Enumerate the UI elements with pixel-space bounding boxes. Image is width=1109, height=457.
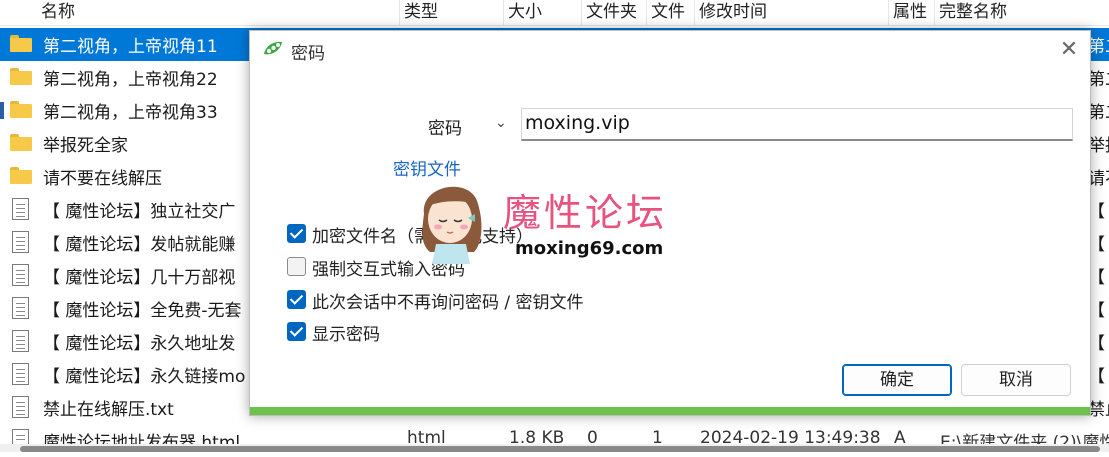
folder-icon bbox=[10, 167, 32, 186]
folder-icon bbox=[10, 134, 32, 153]
password-dialog: 密码 ✕ 密码 ⌄ moxing.vip 密钥文件 加密文件名（需要格式支持） … bbox=[249, 30, 1091, 416]
column-header-modified[interactable]: 修改时间 bbox=[694, 0, 888, 26]
file-name: 请不要在线解压 bbox=[43, 169, 162, 189]
file-name: 【 魔性论坛】永久地址发 bbox=[43, 334, 236, 354]
file-name: 【 魔性论坛】永久链接mo bbox=[43, 367, 246, 387]
column-header-files[interactable]: 文件 bbox=[646, 0, 694, 26]
dialog-title: 密码 bbox=[291, 44, 325, 64]
file-name: 第二视角，上帝视角11 bbox=[43, 37, 218, 57]
cancel-button[interactable]: 取消 bbox=[961, 364, 1071, 396]
password-history-dropdown[interactable]: ⌄ bbox=[495, 115, 507, 131]
close-icon: ✕ bbox=[1059, 37, 1079, 62]
full-name: 第二 bbox=[1088, 37, 1109, 57]
table-row[interactable]: 魔性论坛地址发布器.html html 1.8 KB 0 1 2024-02-1… bbox=[0, 424, 1109, 457]
file-name: 第二视角，上帝视角22 bbox=[43, 70, 218, 90]
dialog-titlebar[interactable]: 密码 ✕ bbox=[250, 31, 1090, 69]
watermark-url: moxing69.com bbox=[515, 238, 664, 259]
checkbox-label: 此次会话中不再询问密码 / 密钥文件 bbox=[312, 293, 584, 313]
full-name: 第二 bbox=[1088, 103, 1109, 123]
column-header-type[interactable]: 类型 bbox=[399, 0, 503, 26]
file-name: 禁止在线解压.txt bbox=[43, 400, 174, 420]
row-marker bbox=[0, 102, 4, 119]
scrollbar-thumb[interactable] bbox=[20, 446, 1100, 452]
app-icon bbox=[264, 41, 282, 55]
checkbox-checked-icon bbox=[287, 322, 306, 341]
checkbox-label: 显示密码 bbox=[312, 325, 380, 345]
column-header-attributes[interactable]: 属性 bbox=[888, 0, 934, 26]
file-name: 【 魔性论坛】发帖就能赚 bbox=[43, 235, 236, 255]
checkbox-unchecked-icon bbox=[287, 257, 306, 276]
document-icon bbox=[12, 231, 29, 253]
progress-bar bbox=[250, 407, 1090, 415]
document-icon bbox=[12, 264, 29, 286]
checkbox-checked-icon bbox=[287, 224, 306, 243]
folder-icon bbox=[10, 101, 32, 120]
password-label: 密码 bbox=[428, 119, 462, 139]
full-name: 请不 bbox=[1088, 169, 1109, 189]
full-name: 举报 bbox=[1088, 136, 1109, 156]
column-header-name[interactable]: 名称 bbox=[37, 0, 399, 26]
file-name: 【 魔性论坛】全免费-无套 bbox=[43, 301, 242, 321]
document-icon bbox=[12, 297, 29, 319]
horizontal-scrollbar[interactable] bbox=[0, 444, 1109, 452]
folder-icon bbox=[10, 35, 32, 54]
folder-icon bbox=[10, 68, 32, 87]
column-header-bar: 名称 类型 大小 文件夹 文件 修改时间 属性 完整名称 bbox=[0, 0, 1109, 26]
file-name: 举报死全家 bbox=[43, 136, 128, 156]
document-icon bbox=[12, 363, 29, 385]
ok-button[interactable]: 确定 bbox=[842, 364, 952, 396]
full-name: 禁止 bbox=[1088, 400, 1109, 420]
checkbox-checked-icon bbox=[287, 290, 306, 309]
file-name: 第二视角，上帝视角33 bbox=[43, 103, 218, 123]
close-button[interactable]: ✕ bbox=[1052, 33, 1086, 67]
password-input[interactable]: moxing.vip bbox=[521, 108, 1073, 141]
full-name: 第二 bbox=[1088, 70, 1109, 90]
column-header-folders[interactable]: 文件夹 bbox=[581, 0, 646, 26]
column-header-size[interactable]: 大小 bbox=[503, 0, 581, 26]
file-name: 【 魔性论坛】几十万部视 bbox=[43, 268, 236, 288]
watermark-mascot-icon bbox=[422, 186, 482, 264]
document-icon bbox=[12, 330, 29, 352]
document-icon bbox=[12, 396, 29, 418]
file-name: 【 魔性论坛】独立社交广 bbox=[43, 202, 236, 222]
watermark-title: 魔性论坛 bbox=[503, 191, 668, 235]
document-icon bbox=[12, 198, 29, 220]
column-header-fullname[interactable]: 完整名称 bbox=[934, 0, 1109, 26]
